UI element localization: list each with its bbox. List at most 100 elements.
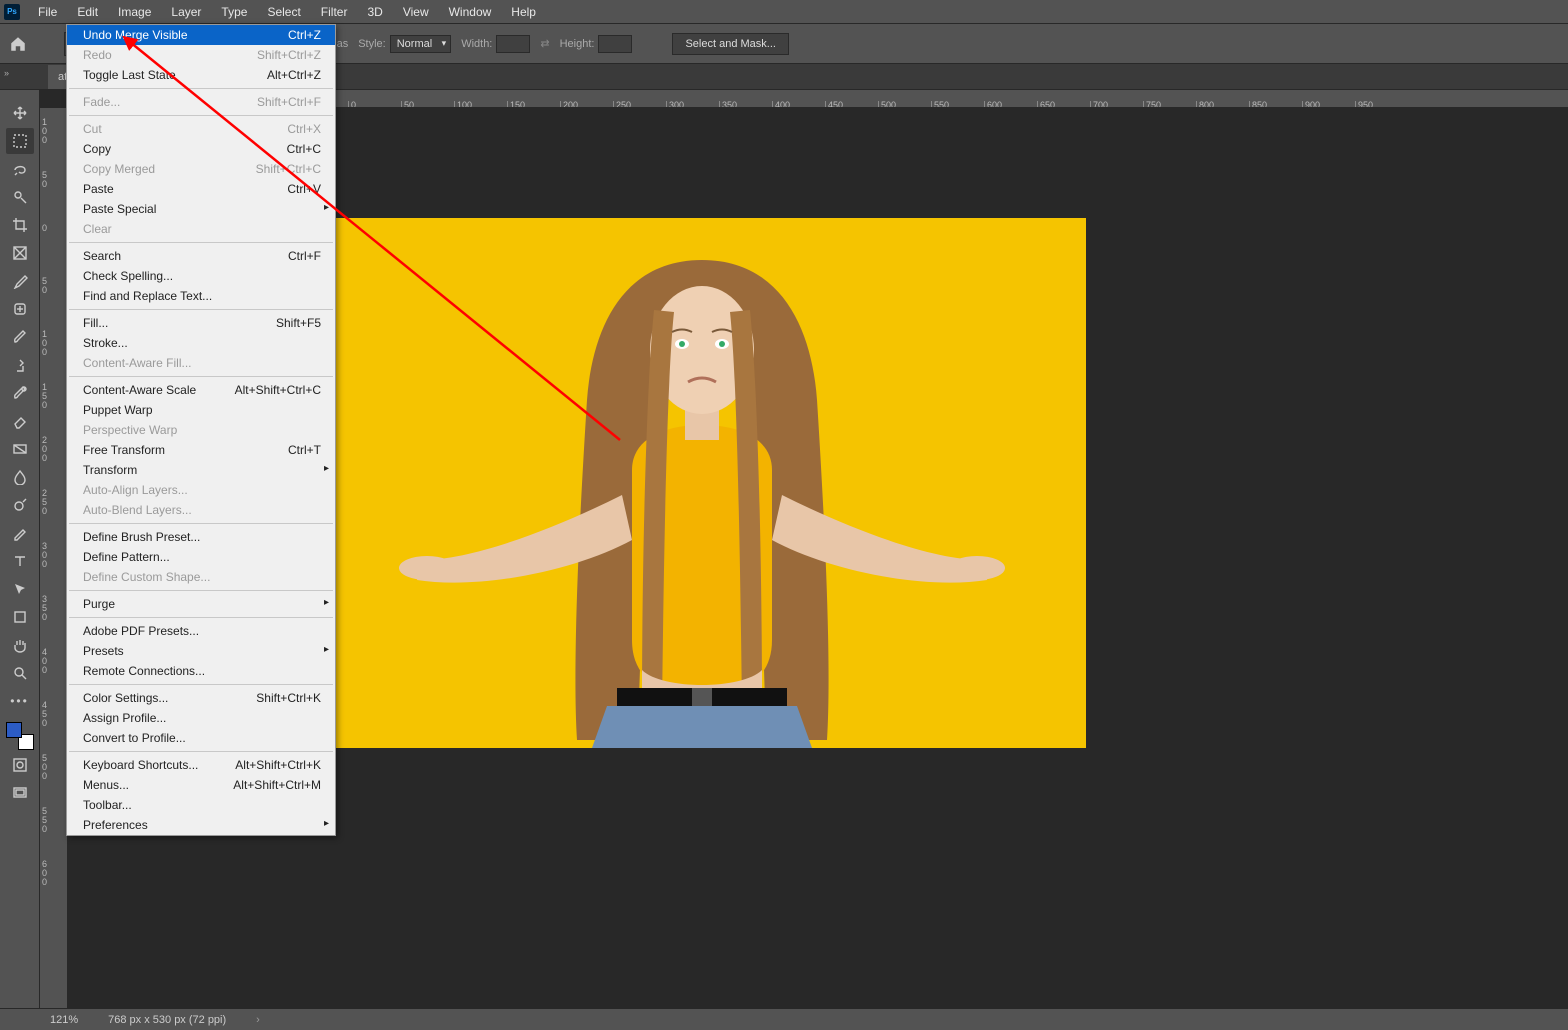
frame-tool[interactable] [6, 240, 34, 266]
menu-item-purge[interactable]: Purge [67, 594, 335, 614]
menu-item-perspective-warp: Perspective Warp [67, 420, 335, 440]
menu-item-find-and-replace-text[interactable]: Find and Replace Text... [67, 286, 335, 306]
status-bar: 121% 768 px x 530 px (72 ppi) › [0, 1008, 1568, 1030]
menu-item-copy-merged: Copy MergedShift+Ctrl+C [67, 159, 335, 179]
ruler-tick: 350 [42, 595, 47, 622]
menu-item-check-spelling[interactable]: Check Spelling... [67, 266, 335, 286]
gradient-tool[interactable] [6, 436, 34, 462]
ruler-tick: 150 [507, 101, 525, 107]
menu-separator [69, 115, 333, 116]
marquee-tool[interactable] [6, 128, 34, 154]
blur-tool[interactable] [6, 464, 34, 490]
ruler-tick: 400 [42, 648, 47, 675]
menu-item-fill[interactable]: Fill...Shift+F5 [67, 313, 335, 333]
ruler-tick: 0 [348, 101, 356, 107]
eraser-tool[interactable] [6, 408, 34, 434]
menu-item-fade: Fade...Shift+Ctrl+F [67, 92, 335, 112]
ruler-tick: 250 [613, 101, 631, 107]
menu-edit[interactable]: Edit [67, 1, 108, 23]
menu-item-presets[interactable]: Presets [67, 641, 335, 661]
heal-tool[interactable] [6, 296, 34, 322]
clone-tool[interactable] [6, 352, 34, 378]
ruler-tick: 50 [42, 277, 47, 295]
brush-tool[interactable] [6, 324, 34, 350]
menu-item-preferences[interactable]: Preferences [67, 815, 335, 835]
width-input[interactable] [496, 35, 530, 53]
menu-separator [69, 617, 333, 618]
height-input[interactable] [598, 35, 632, 53]
hand-tool[interactable] [6, 632, 34, 658]
ruler-tick: 450 [825, 101, 843, 107]
zoom-level[interactable]: 121% [50, 1014, 78, 1026]
menu-3d[interactable]: 3D [357, 1, 392, 23]
pen-tool[interactable] [6, 520, 34, 546]
shape-tool[interactable] [6, 604, 34, 630]
history-brush-tool[interactable] [6, 380, 34, 406]
style-select[interactable]: Normal [390, 35, 451, 53]
ruler-tick: 50 [42, 171, 47, 189]
status-chevron-icon[interactable]: › [256, 1014, 260, 1026]
style-label: Style: [358, 38, 386, 50]
lasso-tool[interactable] [6, 156, 34, 182]
document-canvas[interactable] [318, 218, 1086, 748]
edit-toolbar-icon[interactable]: ••• [6, 688, 34, 714]
menu-item-define-custom-shape: Define Custom Shape... [67, 567, 335, 587]
menu-item-transform[interactable]: Transform [67, 460, 335, 480]
menu-item-free-transform[interactable]: Free TransformCtrl+T [67, 440, 335, 460]
ruler-tick: 50 [401, 101, 414, 107]
menu-select[interactable]: Select [257, 1, 310, 23]
crop-tool[interactable] [6, 212, 34, 238]
menu-layer[interactable]: Layer [161, 1, 211, 23]
ruler-tick: 300 [42, 542, 47, 569]
menu-item-content-aware-scale[interactable]: Content-Aware ScaleAlt+Shift+Ctrl+C [67, 380, 335, 400]
menu-item-convert-to-profile[interactable]: Convert to Profile... [67, 728, 335, 748]
canvas-image [392, 240, 1012, 748]
menu-type[interactable]: Type [211, 1, 257, 23]
quick-select-tool[interactable] [6, 184, 34, 210]
menu-image[interactable]: Image [108, 1, 161, 23]
ruler-tick: 100 [42, 330, 47, 357]
dodge-tool[interactable] [6, 492, 34, 518]
type-tool[interactable] [6, 548, 34, 574]
menu-item-remote-connections[interactable]: Remote Connections... [67, 661, 335, 681]
move-tool[interactable] [6, 100, 34, 126]
menu-filter[interactable]: Filter [311, 1, 358, 23]
menu-item-puppet-warp[interactable]: Puppet Warp [67, 400, 335, 420]
menu-item-menus[interactable]: Menus...Alt+Shift+Ctrl+M [67, 775, 335, 795]
menu-view[interactable]: View [393, 1, 439, 23]
menu-item-define-brush-preset[interactable]: Define Brush Preset... [67, 527, 335, 547]
menu-item-copy[interactable]: CopyCtrl+C [67, 139, 335, 159]
select-and-mask-button[interactable]: Select and Mask... [672, 33, 789, 55]
path-select-tool[interactable] [6, 576, 34, 602]
expand-toolbar-icon[interactable]: » [4, 68, 9, 78]
color-swatches[interactable] [6, 722, 34, 750]
menu-window[interactable]: Window [439, 1, 502, 23]
ruler-tick: 600 [42, 860, 47, 887]
menu-item-search[interactable]: SearchCtrl+F [67, 246, 335, 266]
menu-item-paste-special[interactable]: Paste Special [67, 199, 335, 219]
home-button[interactable] [6, 32, 30, 56]
menu-item-color-settings[interactable]: Color Settings...Shift+Ctrl+K [67, 688, 335, 708]
quick-mask-icon[interactable] [6, 752, 34, 778]
menu-item-adobe-pdf-presets[interactable]: Adobe PDF Presets... [67, 621, 335, 641]
menu-help[interactable]: Help [501, 1, 546, 23]
menu-item-keyboard-shortcuts[interactable]: Keyboard Shortcuts...Alt+Shift+Ctrl+K [67, 755, 335, 775]
ruler-tick: 400 [772, 101, 790, 107]
swap-wh-icon[interactable]: ⇄ [540, 37, 549, 50]
menu-item-assign-profile[interactable]: Assign Profile... [67, 708, 335, 728]
menu-item-stroke[interactable]: Stroke... [67, 333, 335, 353]
menu-file[interactable]: File [28, 1, 67, 23]
menu-item-toolbar[interactable]: Toolbar... [67, 795, 335, 815]
ruler-tick: 850 [1249, 101, 1267, 107]
menu-item-toggle-last-state[interactable]: Toggle Last StateAlt+Ctrl+Z [67, 65, 335, 85]
menu-item-paste[interactable]: PasteCtrl+V [67, 179, 335, 199]
menu-item-cut: CutCtrl+X [67, 119, 335, 139]
menu-item-content-aware-fill: Content-Aware Fill... [67, 353, 335, 373]
zoom-tool[interactable] [6, 660, 34, 686]
doc-info: 768 px x 530 px (72 ppi) [108, 1014, 226, 1026]
eyedropper-tool[interactable] [6, 268, 34, 294]
menu-item-define-pattern[interactable]: Define Pattern... [67, 547, 335, 567]
menu-item-undo-merge-visible[interactable]: Undo Merge VisibleCtrl+Z [67, 25, 335, 45]
screen-mode-icon[interactable] [6, 780, 34, 806]
fg-color-swatch[interactable] [6, 722, 22, 738]
